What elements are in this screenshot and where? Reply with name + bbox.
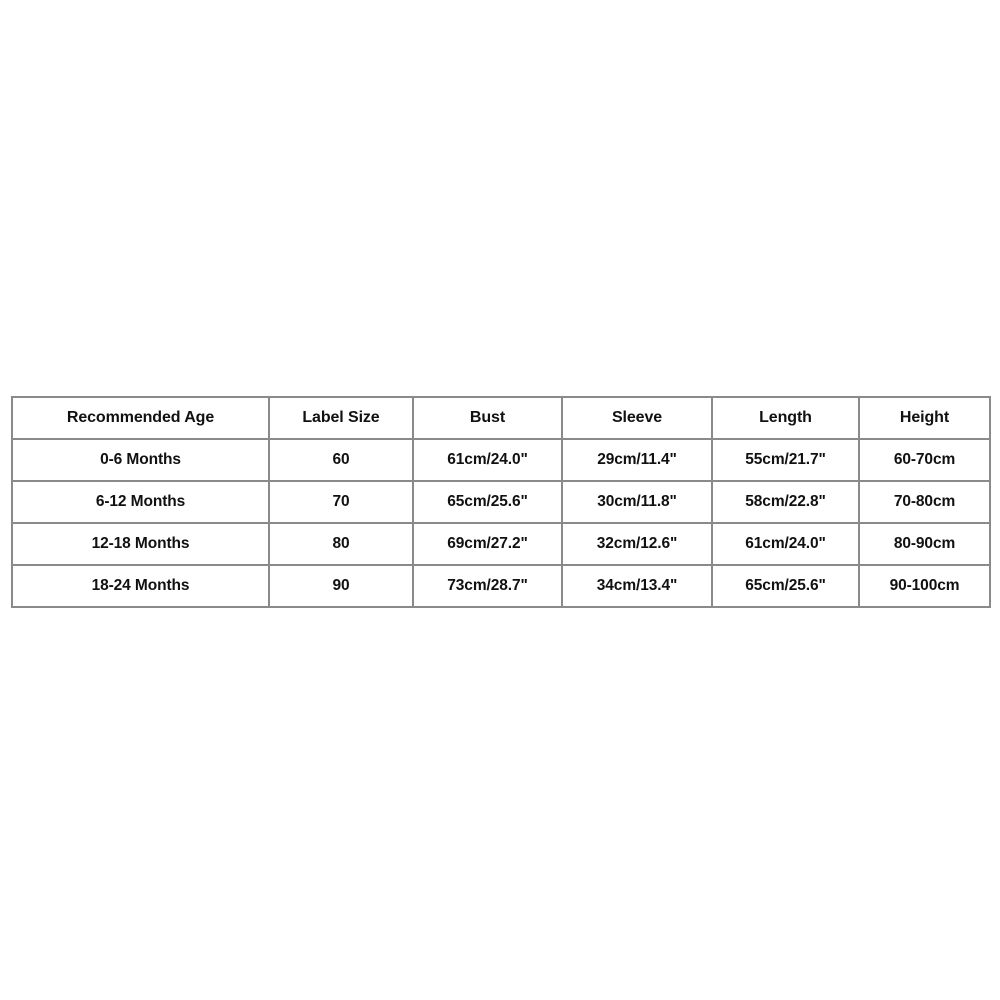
cell-label-size: 70 [268, 480, 414, 524]
size-chart-container: Recommended Age Label Size Bust Sleeve L… [11, 396, 991, 608]
column-header-bust: Bust [412, 396, 563, 440]
column-header-length: Length [711, 396, 860, 440]
cell-label-size: 80 [268, 522, 414, 566]
cell-bust: 73cm/28.7" [412, 564, 563, 608]
cell-bust: 61cm/24.0" [412, 438, 563, 482]
cell-length: 58cm/22.8" [711, 480, 860, 524]
cell-length: 61cm/24.0" [711, 522, 860, 566]
cell-height: 70-80cm [858, 480, 991, 524]
cell-sleeve: 34cm/13.4" [561, 564, 713, 608]
cell-height: 60-70cm [858, 438, 991, 482]
cell-sleeve: 29cm/11.4" [561, 438, 713, 482]
cell-bust: 65cm/25.6" [412, 480, 563, 524]
column-header-recommended-age: Recommended Age [11, 396, 270, 440]
cell-recommended-age: 18-24 Months [11, 564, 270, 608]
cell-height: 80-90cm [858, 522, 991, 566]
cell-recommended-age: 6-12 Months [11, 480, 270, 524]
cell-sleeve: 30cm/11.8" [561, 480, 713, 524]
cell-height: 90-100cm [858, 564, 991, 608]
cell-recommended-age: 12-18 Months [11, 522, 270, 566]
table-header-row: Recommended Age Label Size Bust Sleeve L… [11, 396, 991, 440]
table-row: 12-18 Months 80 69cm/27.2" 32cm/12.6" 61… [11, 522, 991, 566]
cell-sleeve: 32cm/12.6" [561, 522, 713, 566]
cell-length: 55cm/21.7" [711, 438, 860, 482]
cell-bust: 69cm/27.2" [412, 522, 563, 566]
table-row: 18-24 Months 90 73cm/28.7" 34cm/13.4" 65… [11, 564, 991, 608]
column-header-height: Height [858, 396, 991, 440]
cell-length: 65cm/25.6" [711, 564, 860, 608]
cell-recommended-age: 0-6 Months [11, 438, 270, 482]
cell-label-size: 60 [268, 438, 414, 482]
column-header-sleeve: Sleeve [561, 396, 713, 440]
size-chart-table: Recommended Age Label Size Bust Sleeve L… [11, 396, 991, 608]
table-row: 0-6 Months 60 61cm/24.0" 29cm/11.4" 55cm… [11, 438, 991, 482]
table-row: 6-12 Months 70 65cm/25.6" 30cm/11.8" 58c… [11, 480, 991, 524]
cell-label-size: 90 [268, 564, 414, 608]
column-header-label-size: Label Size [268, 396, 414, 440]
